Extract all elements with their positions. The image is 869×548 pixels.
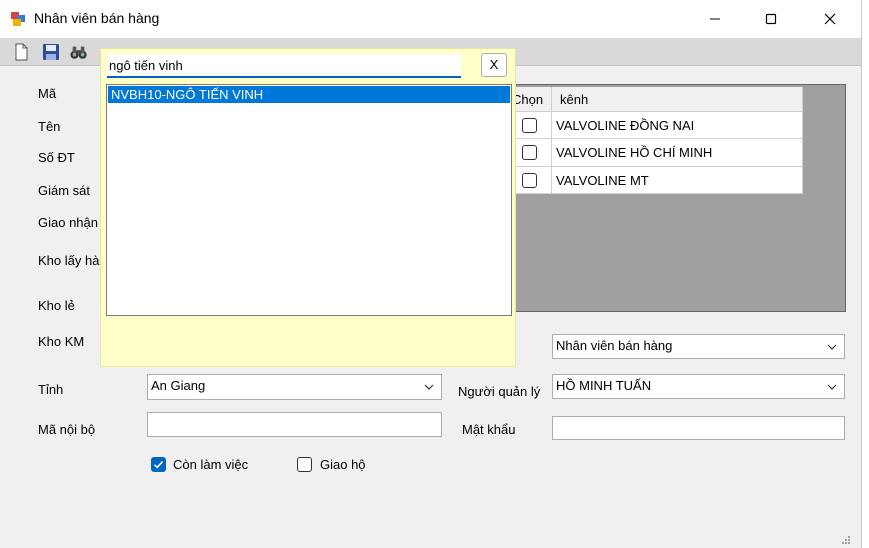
title-bar[interactable]: Nhân viên bán hàng — [0, 0, 861, 38]
find-binoculars-icon[interactable] — [70, 43, 88, 61]
label-so-dt: Số ĐT — [38, 150, 75, 165]
chuc-vu-value: Nhân viên bán hàng — [556, 338, 673, 353]
app-form-icon — [11, 12, 25, 26]
search-input-value: ngô tiến vinh — [109, 58, 183, 73]
grid-row-3-kenh[interactable]: VALVOLINE MT — [552, 167, 803, 194]
chevron-down-icon — [827, 344, 837, 350]
label-ma-noi-bo: Mã nội bộ — [38, 422, 96, 437]
search-results-list[interactable]: NVBH10-NGÔ TIẾN VINH — [106, 84, 512, 316]
channel-grid[interactable]: Chọn kênh VALVOLINE ĐỒNG NAI VALVOLINE H… — [505, 84, 846, 312]
checkmark-icon — [153, 461, 164, 469]
label-ten: Tên — [38, 119, 61, 134]
grid-row-2-checkbox[interactable] — [522, 145, 537, 160]
label-nguoi-quan-ly: Người quản lý — [458, 384, 541, 399]
chevron-down-icon — [424, 384, 434, 390]
maximize-button[interactable] — [748, 0, 794, 38]
label-mat-khau: Mật khẩu — [462, 422, 516, 437]
giao-ho-label[interactable]: Giao hộ — [320, 457, 366, 472]
chevron-down-icon — [827, 384, 837, 390]
nguoi-quan-ly-select[interactable]: HỒ MINH TUẤN — [552, 374, 845, 399]
grid-row-2-kenh[interactable]: VALVOLINE HỒ CHÍ MINH — [552, 139, 803, 167]
minimize-icon — [710, 18, 720, 20]
nguoi-quan-ly-value: HỒ MINH TUẤN — [556, 378, 652, 393]
grid-row-3-checkbox[interactable] — [522, 173, 537, 188]
window-title: Nhân viên bán hàng — [34, 10, 160, 26]
chuc-vu-select[interactable]: Nhân viên bán hàng — [552, 334, 845, 359]
label-giao-nhan: Giao nhận — [38, 215, 98, 230]
label-kho-km: Kho KM — [38, 334, 85, 349]
close-popup-button[interactable]: X — [481, 53, 507, 77]
resize-grip-icon[interactable] — [841, 535, 851, 545]
grid-row-1-checkbox[interactable] — [522, 118, 537, 133]
main-window: Nhân viên bán hàng Mã Tên Số ĐT Giám sát… — [0, 0, 862, 548]
minimize-button[interactable] — [692, 0, 738, 38]
giao-ho-checkbox[interactable] — [297, 457, 312, 472]
mat-khau-input[interactable] — [552, 416, 845, 440]
label-kho-le: Kho lẻ — [38, 298, 75, 313]
close-icon — [824, 13, 836, 25]
new-document-icon[interactable] — [12, 43, 30, 61]
label-kho-lay-hang: Kho lấy hàn — [38, 253, 107, 268]
tinh-select[interactable]: An Giang — [147, 374, 442, 400]
save-icon[interactable] — [42, 43, 60, 61]
label-tinh: Tỉnh — [38, 382, 64, 397]
close-button[interactable] — [807, 0, 853, 38]
grid-row-1-kenh[interactable]: VALVOLINE ĐỒNG NAI — [552, 112, 803, 139]
search-popup: ngô tiến vinh X NVBH10-NGÔ TIẾN VINH — [100, 48, 516, 367]
label-ma: Mã — [38, 86, 57, 101]
maximize-icon — [765, 13, 777, 25]
search-input[interactable]: ngô tiến vinh — [107, 54, 461, 78]
grid-header-kenh[interactable]: kênh — [552, 87, 803, 112]
con-lam-viec-checkbox[interactable] — [151, 457, 166, 472]
con-lam-viec-label[interactable]: Còn làm việc — [173, 457, 248, 472]
ma-noi-bo-input[interactable] — [147, 412, 442, 437]
list-item[interactable]: NVBH10-NGÔ TIẾN VINH — [108, 86, 510, 103]
tinh-value: An Giang — [151, 378, 206, 393]
label-giam-sat: Giám sát — [38, 183, 91, 198]
